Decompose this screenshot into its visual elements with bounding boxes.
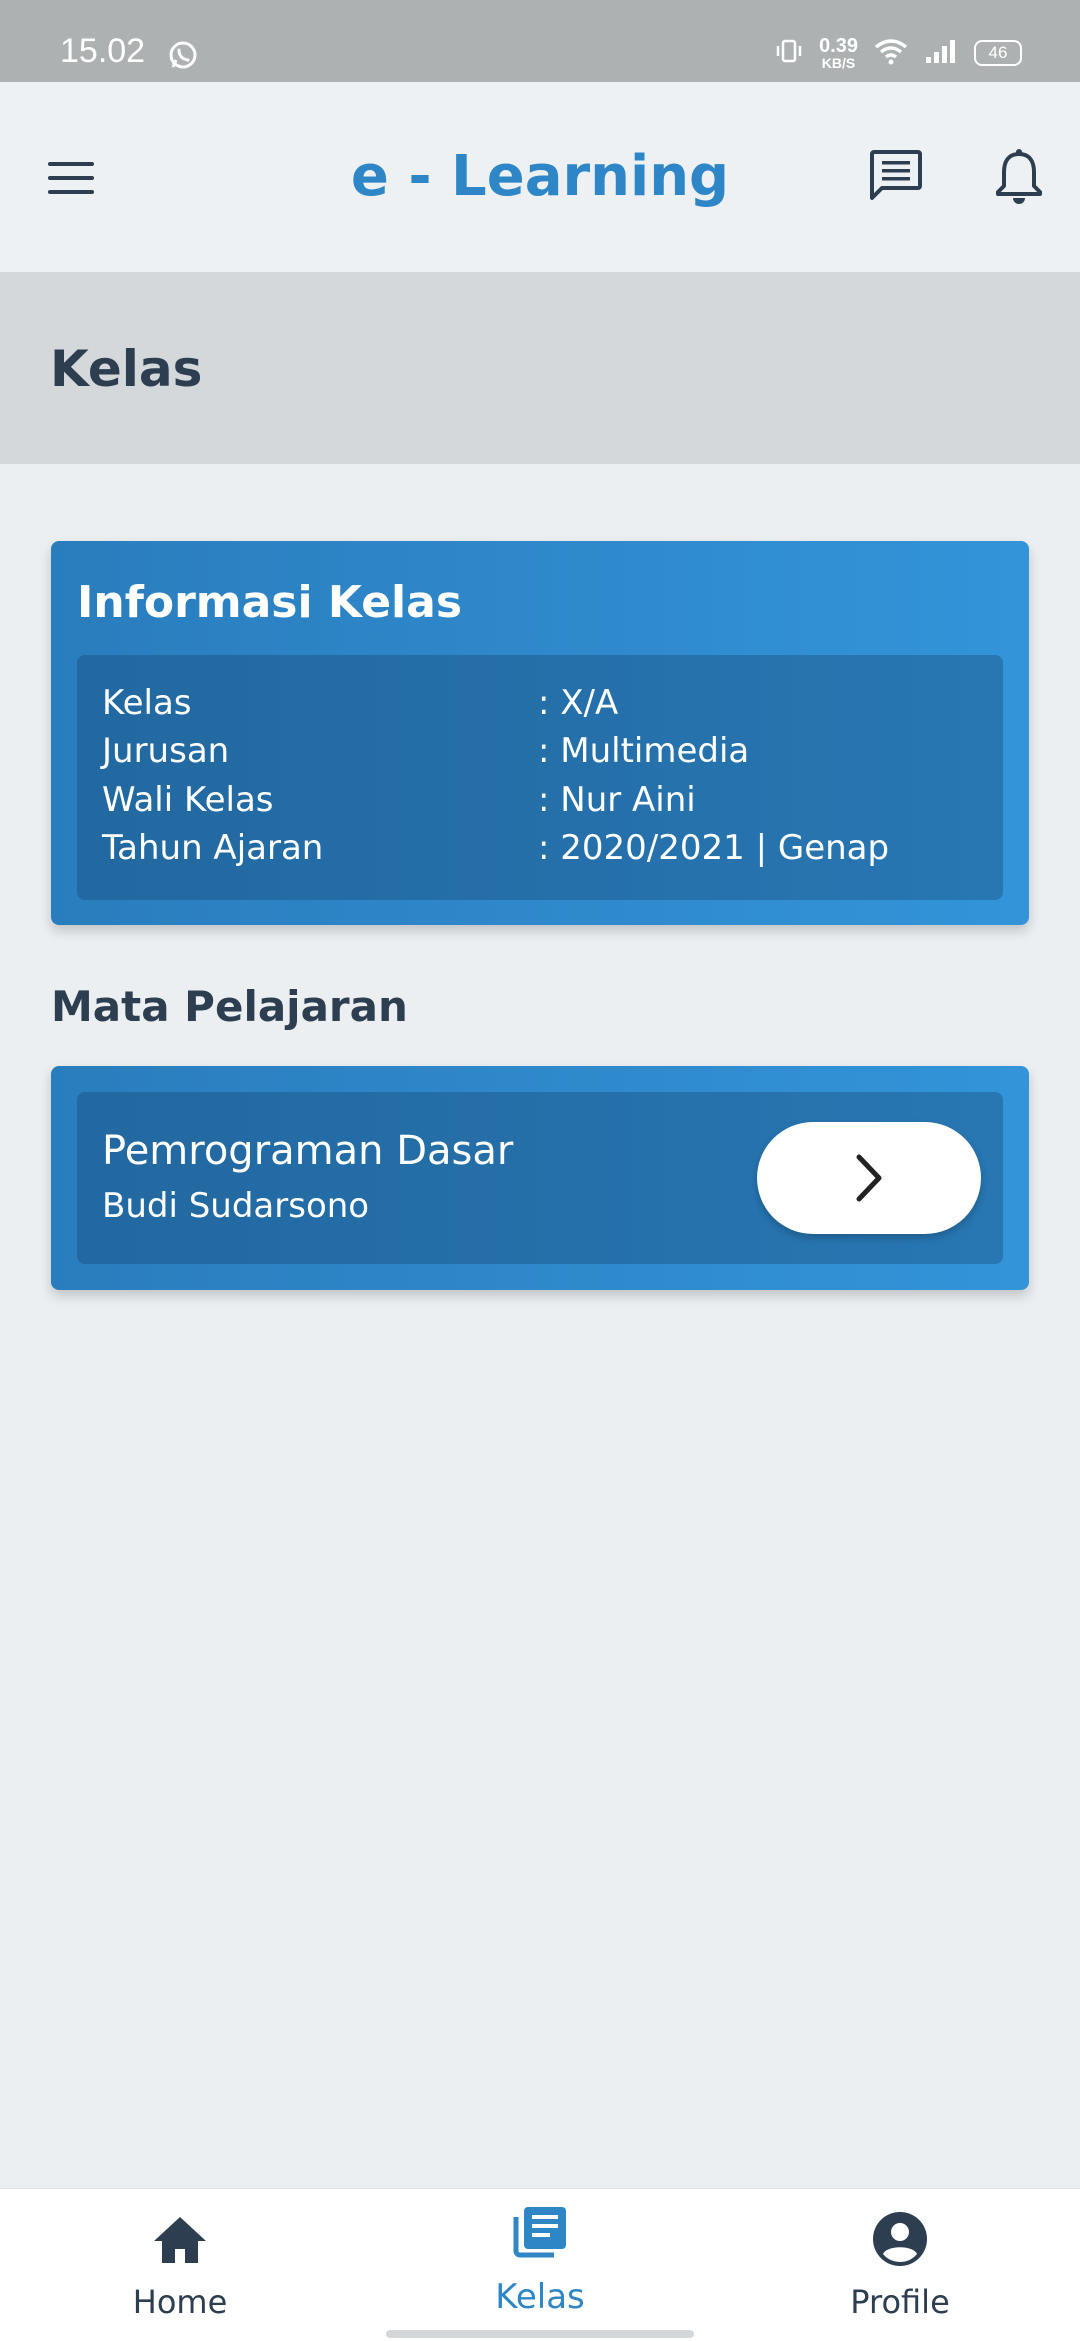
info-value: : X/A <box>538 683 619 723</box>
open-subject-button[interactable] <box>757 1122 981 1234</box>
account-circle-icon <box>873 2212 927 2266</box>
chevron-right-icon <box>856 1154 882 1202</box>
page-title: Kelas <box>50 340 203 398</box>
nav-profile-label: Profile <box>850 2283 950 2321</box>
page-header: Kelas <box>0 272 1080 464</box>
class-info-card: Informasi Kelas Kelas : X/A Jurusan : Mu… <box>51 541 1029 925</box>
net-speed-unit: KB/S <box>821 55 856 71</box>
status-right-icons: 0.39 KB/S 46 <box>775 36 1022 70</box>
home-icon <box>154 2217 206 2263</box>
net-speed: 0.39 KB/S <box>819 36 858 70</box>
top-app-bar: e - Learning <box>0 82 1080 272</box>
info-label: Wali Kelas <box>102 780 274 820</box>
status-bar: 15.02 0.39 KB/S 46 <box>0 0 1080 82</box>
subjects-section-title: Mata Pelajaran <box>51 982 408 1031</box>
book-icon <box>513 2207 566 2258</box>
status-time: 15.02 <box>60 32 146 70</box>
class-info-table: Kelas : X/A Jurusan : Multimedia Wali Ke… <box>77 655 1003 900</box>
whatsapp-icon <box>168 40 198 74</box>
subject-card-inner: Pemrograman Dasar Budi Sudarsono <box>77 1092 1003 1264</box>
info-value: : 2020/2021 | Genap <box>538 828 890 868</box>
nav-home-label: Home <box>132 2283 228 2321</box>
info-label: Tahun Ajaran <box>102 828 324 868</box>
gesture-bar <box>386 2330 694 2338</box>
class-info-title: Informasi Kelas <box>77 577 463 628</box>
bottom-navigation: Home Kelas Profile <box>0 2188 1080 2341</box>
subject-card[interactable]: Pemrograman Dasar Budi Sudarsono <box>51 1066 1029 1290</box>
battery-icon: 46 <box>974 40 1022 66</box>
info-label: Kelas <box>102 683 192 723</box>
chat-icon <box>870 150 922 200</box>
info-value: : Nur Aini <box>538 780 696 820</box>
notification-button[interactable] <box>994 146 1044 206</box>
info-label: Jurusan <box>102 731 230 771</box>
chat-button[interactable] <box>868 148 924 204</box>
info-value: : Multimedia <box>538 731 750 771</box>
nav-profile[interactable]: Profile <box>720 2189 1080 2341</box>
net-speed-value: 0.39 <box>819 35 858 57</box>
bell-icon <box>996 149 1042 204</box>
vibrate-icon <box>775 37 803 69</box>
subject-name: Pemrograman Dasar <box>102 1128 514 1174</box>
subject-teacher: Budi Sudarsono <box>102 1186 370 1226</box>
nav-kelas[interactable]: Kelas <box>360 2189 720 2341</box>
signal-icon <box>924 37 958 69</box>
nav-kelas-label: Kelas <box>495 2277 585 2317</box>
wifi-icon <box>874 37 908 69</box>
nav-home[interactable]: Home <box>0 2189 360 2341</box>
